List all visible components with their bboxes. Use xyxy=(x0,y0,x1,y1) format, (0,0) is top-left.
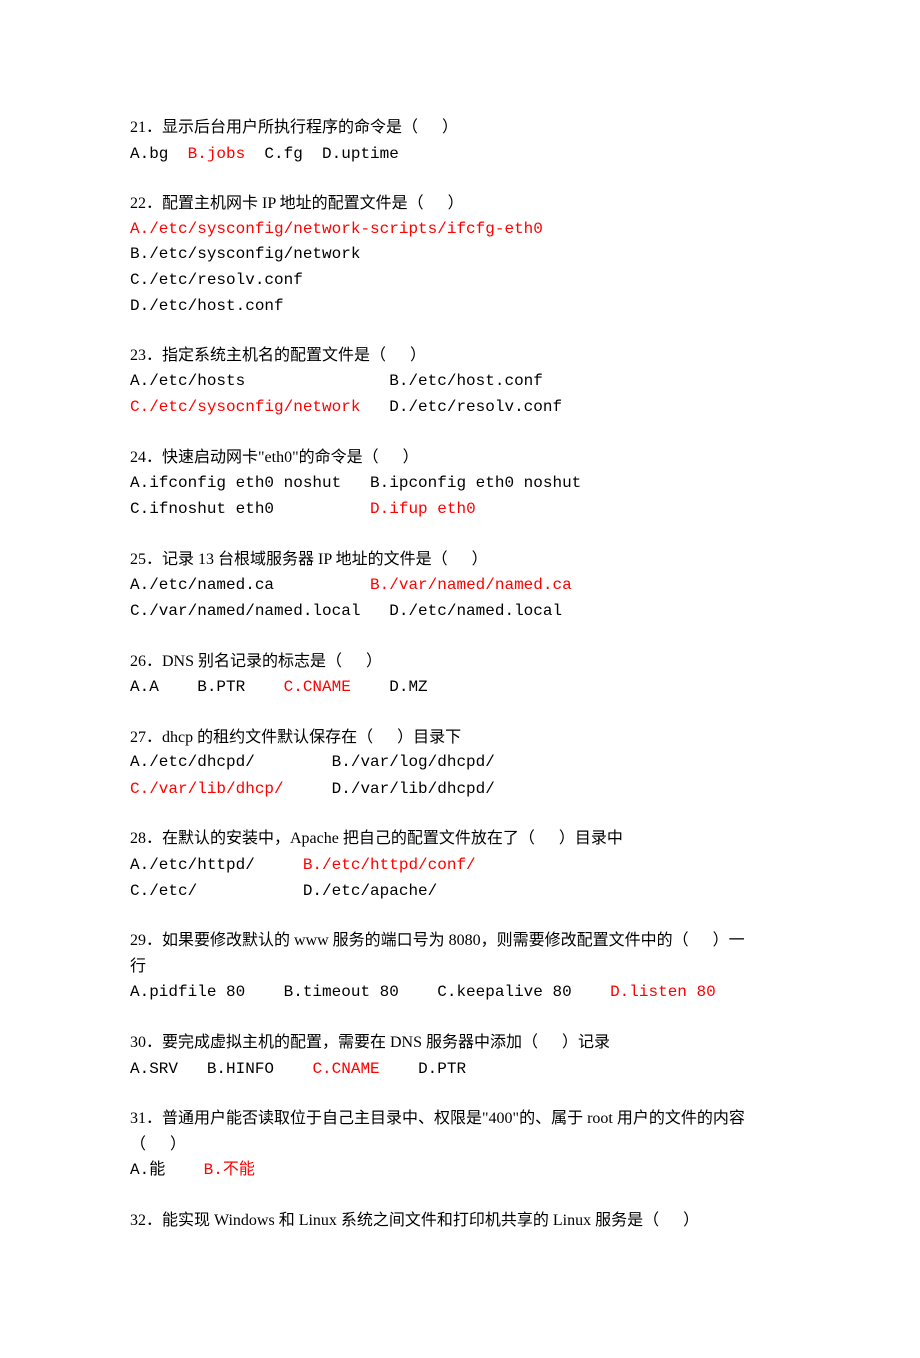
question-stem: 32．能实现 Windows 和 Linux 系统之间文件和打印机共享的 Lin… xyxy=(130,1208,790,1234)
question-31: 31．普通用户能否读取位于自己主目录中、权限是"400"的、属于 root 用户… xyxy=(130,1106,790,1184)
question-21: 21．显示后台用户所执行程序的命令是（ ） A.bg B.jobs C.fg D… xyxy=(130,115,790,167)
option-b-answer: B.不能 xyxy=(204,1161,255,1179)
options-row-1: A./etc/named.ca B./var/named/named.ca xyxy=(130,572,790,599)
option-abc: A.pidfile 80 B.timeout 80 C.keepalive 80 xyxy=(130,983,610,1001)
option-ab: A.SRV B.HINFO xyxy=(130,1060,312,1078)
question-stem-line1: 29．如果要修改默认的 www 服务的端口号为 8080，则需要修改配置文件中的… xyxy=(130,928,790,954)
question-stem: 30．要完成虚拟主机的配置，需要在 DNS 服务器中添加（ ）记录 xyxy=(130,1030,790,1056)
question-25: 25．记录 13 台根域服务器 IP 地址的文件是（ ） A./etc/name… xyxy=(130,547,790,625)
question-options: A.bg B.jobs C.fg D.uptime xyxy=(130,141,790,168)
question-stem-line1: 31．普通用户能否读取位于自己主目录中、权限是"400"的、属于 root 用户… xyxy=(130,1106,790,1132)
option-d: D.PTR xyxy=(380,1060,466,1078)
option-ab: A.A B.PTR xyxy=(130,678,284,696)
question-options: A.能 B.不能 xyxy=(130,1157,790,1184)
question-27: 27．dhcp 的租约文件默认保存在（ ）目录下 A./etc/dhcpd/ B… xyxy=(130,725,790,803)
question-stem: 25．记录 13 台根域服务器 IP 地址的文件是（ ） xyxy=(130,547,790,573)
option-a: A./etc/named.ca xyxy=(130,576,370,594)
question-stem: 27．dhcp 的租约文件默认保存在（ ）目录下 xyxy=(130,725,790,751)
question-stem: 22．配置主机网卡 IP 地址的配置文件是（ ） xyxy=(130,191,790,217)
question-options: A.pidfile 80 B.timeout 80 C.keepalive 80… xyxy=(130,979,790,1006)
options-row-1: A./etc/dhcpd/ B./var/log/dhcpd/ xyxy=(130,750,790,776)
option-a: A.bg xyxy=(130,145,188,163)
question-stem: 24．快速启动网卡"eth0"的命令是（ ） xyxy=(130,445,790,471)
option-b-answer: B./etc/httpd/conf/ xyxy=(303,856,476,874)
question-32: 32．能实现 Windows 和 Linux 系统之间文件和打印机共享的 Lin… xyxy=(130,1208,790,1234)
question-23: 23．指定系统主机名的配置文件是（ ） A./etc/hosts B./etc/… xyxy=(130,343,790,421)
question-29: 29．如果要修改默认的 www 服务的端口号为 8080，则需要修改配置文件中的… xyxy=(130,928,790,1006)
options-row-2: C.ifnoshut eth0 D.ifup eth0 xyxy=(130,496,790,523)
options-row-1: A./etc/httpd/ B./etc/httpd/conf/ xyxy=(130,852,790,879)
option-d: D.MZ xyxy=(351,678,428,696)
option-c-answer: C.CNAME xyxy=(284,678,351,696)
option-c-answer: C.CNAME xyxy=(312,1060,379,1078)
option-c: C./etc/resolv.conf xyxy=(130,268,790,294)
question-26: 26．DNS 别名记录的标志是（ ） A.A B.PTR C.CNAME D.M… xyxy=(130,649,790,701)
option-c-answer: C./var/lib/dhcp/ xyxy=(130,780,284,798)
option-d: D./var/lib/dhcpd/ xyxy=(284,780,495,798)
option-b-answer: B.jobs xyxy=(188,145,246,163)
options-row-2: C./etc/sysocnfig/network D./etc/resolv.c… xyxy=(130,394,790,421)
question-stem: 28．在默认的安装中，Apache 把自己的配置文件放在了（ ）目录中 xyxy=(130,826,790,852)
option-c: C.ifnoshut eth0 xyxy=(130,500,370,518)
option-a: A.能 xyxy=(130,1161,204,1179)
option-b-answer: B./var/named/named.ca xyxy=(370,576,572,594)
option-d: D./etc/host.conf xyxy=(130,294,790,320)
question-options: A.A B.PTR C.CNAME D.MZ xyxy=(130,674,790,701)
option-c-answer: C./etc/sysocnfig/network xyxy=(130,398,360,416)
option-d-answer: D.listen 80 xyxy=(610,983,716,1001)
options-row-2: C./etc/ D./etc/apache/ xyxy=(130,879,790,905)
options-row-1: A.ifconfig eth0 noshut B.ipconfig eth0 n… xyxy=(130,471,790,497)
question-24: 24．快速启动网卡"eth0"的命令是（ ） A.ifconfig eth0 n… xyxy=(130,445,790,523)
options-row-2: C./var/named/named.local D./etc/named.lo… xyxy=(130,599,790,625)
question-30: 30．要完成虚拟主机的配置，需要在 DNS 服务器中添加（ ）记录 A.SRV … xyxy=(130,1030,790,1082)
question-stem-line2: 行 xyxy=(130,954,790,980)
question-stem-line2: （ ） xyxy=(130,1132,790,1158)
options-row-2: C./var/lib/dhcp/ D./var/lib/dhcpd/ xyxy=(130,776,790,803)
option-b: B./etc/sysconfig/network xyxy=(130,242,790,268)
option-rest: C.fg D.uptime xyxy=(245,145,399,163)
option-a-answer: A./etc/sysconfig/network-scripts/ifcfg-e… xyxy=(130,217,790,243)
option-d-answer: D.ifup eth0 xyxy=(370,500,476,518)
question-options: A.SRV B.HINFO C.CNAME D.PTR xyxy=(130,1056,790,1083)
question-stem: 23．指定系统主机名的配置文件是（ ） xyxy=(130,343,790,369)
question-stem: 21．显示后台用户所执行程序的命令是（ ） xyxy=(130,115,790,141)
option-d: D./etc/resolv.conf xyxy=(360,398,562,416)
document-page: 21．显示后台用户所执行程序的命令是（ ） A.bg B.jobs C.fg D… xyxy=(0,0,920,1358)
option-a: A./etc/httpd/ xyxy=(130,856,303,874)
options-row-1: A./etc/hosts B./etc/host.conf xyxy=(130,369,790,395)
question-stem: 26．DNS 别名记录的标志是（ ） xyxy=(130,649,790,675)
question-28: 28．在默认的安装中，Apache 把自己的配置文件放在了（ ）目录中 A./e… xyxy=(130,826,790,904)
question-22: 22．配置主机网卡 IP 地址的配置文件是（ ） A./etc/sysconfi… xyxy=(130,191,790,319)
